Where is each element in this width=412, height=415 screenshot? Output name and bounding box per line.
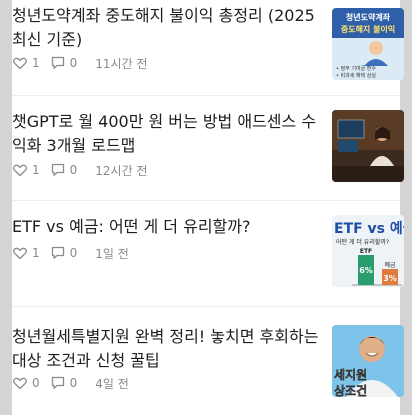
thumb-text-line1: 청년도약계좌 — [346, 12, 391, 22]
post-meta: 1 0 1일 전 — [12, 245, 129, 261]
post-time: 12시간 전 — [95, 163, 148, 178]
comment-count: 0 — [69, 56, 78, 70]
heart-icon[interactable] — [12, 162, 28, 178]
post-item[interactable]: 청년도약계좌 중도해지 불이익 총정리 (2025 최신 기준) 1 0 11시… — [12, 0, 404, 95]
thumb-text-line2: 중도해지 불이익 — [341, 24, 395, 34]
thumb-bar1-value: 6% — [359, 266, 373, 275]
post-thumbnail[interactable]: 청년도약계좌 중도해지 불이익 • 정부 기여금 환수 • 비과세 혜택 상실 — [332, 8, 404, 80]
post-thumbnail[interactable] — [332, 110, 404, 182]
like-count: 0 — [32, 376, 40, 390]
like-count: 1 — [32, 56, 40, 70]
comment-icon[interactable] — [50, 245, 66, 261]
thumb-bar1-label: ETF — [360, 248, 372, 255]
post-title[interactable]: ETF vs 예금: 어떤 게 더 유리할까? — [12, 215, 324, 239]
post-item[interactable]: 청년월세특별지원 완벽 정리! 놓치면 후회하는 대상 조건과 신청 꿀팁 0 … — [12, 307, 404, 415]
post-title[interactable]: 챗GPT로 월 400만 원 버는 방법 애드센스 수익화 3개월 로드맵 — [12, 110, 324, 158]
post-thumbnail[interactable]: ETF vs 예금 어떤 게 더 유리할까? ETF 6% 예금 3% — [332, 215, 404, 287]
post-title[interactable]: 청년월세특별지원 완벽 정리! 놓치면 후회하는 대상 조건과 신청 꿀팁 — [12, 325, 324, 373]
comment-count: 0 — [69, 376, 78, 390]
thumb-bullet2: • 비과세 혜택 상실 — [336, 72, 376, 79]
comment-icon[interactable] — [50, 55, 66, 71]
post-meta: 0 0 4일 전 — [12, 375, 129, 391]
left-gutter — [0, 0, 12, 415]
thumb-heading: ETF vs 예금 — [334, 221, 404, 237]
thumb-text-line2: 상조건 — [334, 383, 367, 397]
post-meta: 1 0 11시간 전 — [12, 55, 148, 71]
comment-count: 0 — [69, 246, 78, 260]
heart-icon[interactable] — [12, 375, 28, 391]
post-item[interactable]: 챗GPT로 월 400만 원 버는 방법 애드센스 수익화 3개월 로드맵 1 … — [12, 96, 404, 200]
comment-count: 0 — [69, 163, 78, 177]
post-feed: 청년도약계좌 중도해지 불이익 총정리 (2025 최신 기준) 1 0 11시… — [12, 0, 404, 415]
post-title[interactable]: 청년도약계좌 중도해지 불이익 총정리 (2025 최신 기준) — [12, 4, 324, 52]
post-meta: 1 0 12시간 전 — [12, 162, 148, 178]
post-time: 11시간 전 — [95, 56, 148, 71]
thumb-bar2-value: 3% — [383, 274, 397, 283]
like-count: 1 — [32, 246, 40, 260]
thumb-subheading: 어떤 게 더 유리할까? — [336, 238, 389, 246]
heart-icon[interactable] — [12, 245, 28, 261]
thumb-text-line1: 세지원 — [334, 367, 367, 382]
thumb-bar2-label: 예금 — [384, 261, 396, 269]
thumb-bullet1: • 정부 기여금 환수 — [336, 65, 376, 72]
comment-icon[interactable] — [50, 162, 66, 178]
comment-icon[interactable] — [50, 375, 66, 391]
heart-icon[interactable] — [12, 55, 28, 71]
post-time: 4일 전 — [95, 376, 129, 391]
post-time: 1일 전 — [95, 246, 129, 261]
like-count: 1 — [32, 163, 40, 177]
post-thumbnail[interactable]: 세지원 상조건 — [332, 325, 404, 397]
post-item[interactable]: ETF vs 예금: 어떤 게 더 유리할까? 1 0 1일 전 ETF vs … — [12, 201, 404, 306]
